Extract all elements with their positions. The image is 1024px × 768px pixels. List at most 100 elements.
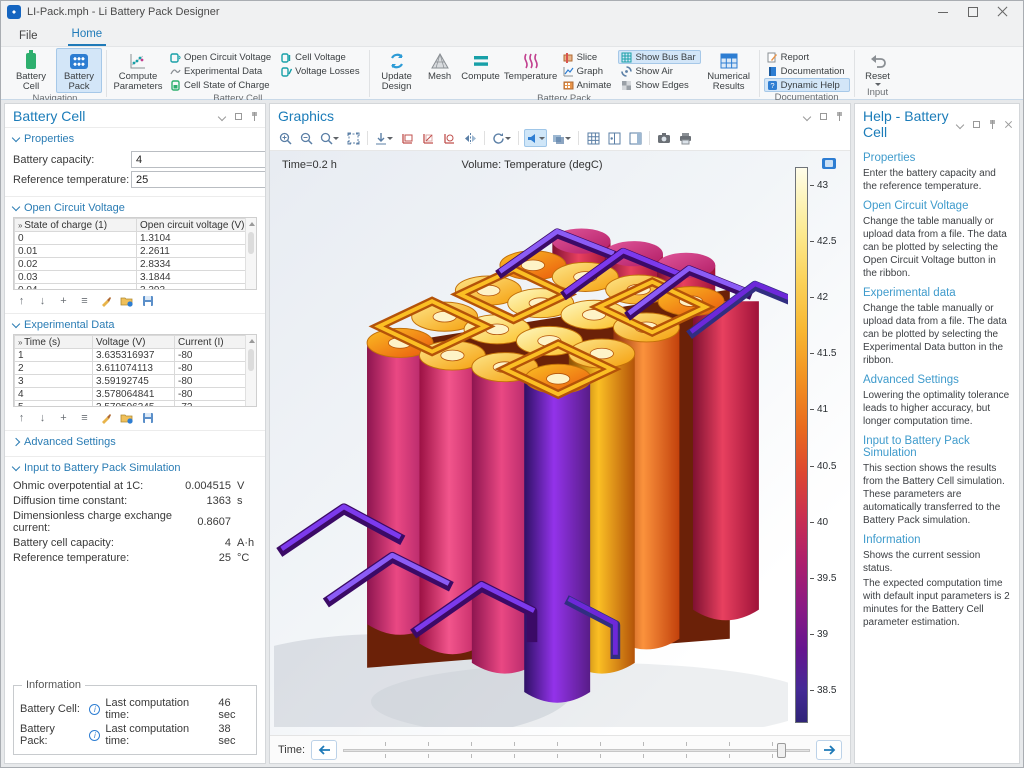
add-row-icon[interactable]: + xyxy=(57,411,70,424)
rotate-view-icon[interactable] xyxy=(490,129,513,147)
cell-voltage-button[interactable]: Cell Voltage xyxy=(278,50,364,64)
cell-state-of-charge-button[interactable]: Cell State of Charge xyxy=(167,78,276,92)
view-xz-plane-icon[interactable] xyxy=(419,129,437,147)
colorbar-tick-label: 42.5 xyxy=(810,236,842,246)
slice-button[interactable]: Slice xyxy=(560,50,617,64)
table-row[interactable]: 0.012.2611 xyxy=(15,245,256,258)
load-file-icon[interactable] xyxy=(120,294,133,307)
tab-home[interactable]: Home xyxy=(68,25,107,46)
section-pack-input-header[interactable]: Input to Battery Pack Simulation xyxy=(13,460,257,477)
print-icon[interactable] xyxy=(676,129,694,147)
clear-table-icon[interactable] xyxy=(99,294,112,307)
panel-menu-icon[interactable] xyxy=(218,112,227,121)
show-edges-button[interactable]: Show Edges xyxy=(618,78,700,92)
save-file-icon[interactable] xyxy=(141,411,154,424)
panel-close-icon[interactable] xyxy=(1004,120,1013,129)
show-air-button[interactable]: Show Air xyxy=(618,64,700,78)
section-properties-header[interactable]: Properties xyxy=(13,131,257,148)
view-xy-plane-icon[interactable] xyxy=(398,129,416,147)
panel-float-icon[interactable] xyxy=(972,120,981,129)
move-down-icon[interactable]: ↓ xyxy=(36,411,49,424)
reset-dropdown-caret[interactable] xyxy=(875,83,881,86)
temperature-button[interactable]: Temperature xyxy=(504,48,558,83)
panel-float-icon[interactable] xyxy=(234,112,243,121)
panel-menu-icon[interactable] xyxy=(956,120,965,129)
zoom-extents-icon[interactable] xyxy=(344,129,362,147)
table-row[interactable]: 53.570596345-72 xyxy=(15,401,256,408)
show-bus-bar-button[interactable]: Show Bus Bar xyxy=(618,50,700,64)
table-row[interactable]: 0.043.393 xyxy=(15,284,256,291)
graphics-plot-area[interactable]: Volume: Temperature (degC) Time=0.2 h xyxy=(270,151,850,735)
move-down-icon[interactable]: ↓ xyxy=(36,294,49,307)
maximize-icon[interactable] xyxy=(967,6,979,18)
table-row[interactable]: 43.578064841-80 xyxy=(15,388,256,401)
table-menu-icon[interactable]: ≡ xyxy=(78,411,91,424)
battery-cell-nav-button[interactable]: Battery Cell xyxy=(8,48,54,93)
table-menu-icon[interactable]: ≡ xyxy=(78,294,91,307)
mirror-view-icon[interactable] xyxy=(461,129,479,147)
move-up-icon[interactable]: ↑ xyxy=(15,294,28,307)
panel-pin-icon[interactable] xyxy=(835,112,844,121)
dynamic-help-button[interactable]: ? Dynamic Help xyxy=(764,78,850,92)
mesh-button[interactable]: Mesh xyxy=(422,48,458,83)
view-yz-plane-icon[interactable] xyxy=(440,129,458,147)
time-slider-thumb[interactable] xyxy=(777,743,786,758)
panel-pin-icon[interactable] xyxy=(250,112,259,121)
table-scrollbar[interactable] xyxy=(245,218,256,289)
save-file-icon[interactable] xyxy=(141,294,154,307)
documentation-button[interactable]: Documentation xyxy=(764,64,850,78)
zoom-out-icon[interactable] xyxy=(297,129,315,147)
compute-parameters-button[interactable]: Compute Parameters xyxy=(111,48,165,93)
go-to-view-icon[interactable] xyxy=(373,129,395,147)
move-up-icon[interactable]: ↑ xyxy=(15,411,28,424)
table-row[interactable]: 13.635316937-80 xyxy=(15,349,256,362)
table-scrollbar[interactable] xyxy=(245,335,256,406)
table-row[interactable]: 0.033.1844 xyxy=(15,271,256,284)
table-cell: -80 xyxy=(175,388,256,401)
panel-pin-icon[interactable] xyxy=(988,120,997,129)
zoom-in-icon[interactable] xyxy=(276,129,294,147)
report-button[interactable]: Report xyxy=(764,50,850,64)
clear-table-icon[interactable] xyxy=(99,411,112,424)
reference-temperature-input[interactable] xyxy=(131,171,265,188)
minimize-icon[interactable] xyxy=(937,6,949,18)
filter-icon[interactable]: » xyxy=(18,338,21,347)
zoom-box-icon[interactable] xyxy=(318,129,341,147)
update-design-button[interactable]: Update Design xyxy=(374,48,420,93)
compute-button[interactable]: Compute xyxy=(460,48,502,83)
next-time-step-button[interactable] xyxy=(816,740,842,760)
side-panel-icon[interactable] xyxy=(626,129,644,147)
table-row[interactable]: 23.611074113-80 xyxy=(15,362,256,375)
reset-button[interactable]: Reset xyxy=(859,48,897,87)
voltage-losses-button[interactable]: Voltage Losses xyxy=(278,64,364,78)
graph-button[interactable]: Graph xyxy=(560,64,617,78)
table-row[interactable]: 33.59192745-80 xyxy=(15,375,256,388)
panel-float-icon[interactable] xyxy=(819,112,828,121)
section-ocv-header[interactable]: Open Circuit Voltage xyxy=(13,200,257,217)
close-icon[interactable] xyxy=(997,6,1009,18)
camera-snapshot-icon[interactable] xyxy=(655,129,673,147)
table-row[interactable]: 0.022.8334 xyxy=(15,258,256,271)
time-slider[interactable] xyxy=(343,740,810,760)
filter-icon[interactable]: » xyxy=(18,221,21,230)
battery-pack-nav-button[interactable]: Battery Pack xyxy=(56,48,102,93)
table-row[interactable]: 01.3104 xyxy=(15,232,256,245)
section-advanced-header[interactable]: Advanced Settings xyxy=(13,434,257,451)
section-experimental-header[interactable]: Experimental Data xyxy=(13,317,257,334)
battery-pack-3d-visualization[interactable] xyxy=(274,177,788,727)
numerical-results-button[interactable]: Numerical Results xyxy=(703,48,755,93)
transparency-icon[interactable] xyxy=(550,129,573,147)
panel-menu-icon[interactable] xyxy=(803,112,812,121)
previous-time-step-button[interactable] xyxy=(311,740,337,760)
animate-button[interactable]: Animate xyxy=(560,78,617,92)
load-file-icon[interactable] xyxy=(120,411,133,424)
cell-state-of-charge-icon xyxy=(170,80,181,91)
scene-light-icon[interactable] xyxy=(524,129,547,147)
open-circuit-voltage-button[interactable]: Open Circuit Voltage xyxy=(167,50,276,64)
experimental-data-button[interactable]: Experimental Data xyxy=(167,64,276,78)
show-grid-icon[interactable] xyxy=(584,129,602,147)
tab-file[interactable]: File xyxy=(15,27,42,46)
battery-capacity-input[interactable] xyxy=(131,151,265,168)
add-row-icon[interactable]: + xyxy=(57,294,70,307)
split-view-icon[interactable] xyxy=(605,129,623,147)
